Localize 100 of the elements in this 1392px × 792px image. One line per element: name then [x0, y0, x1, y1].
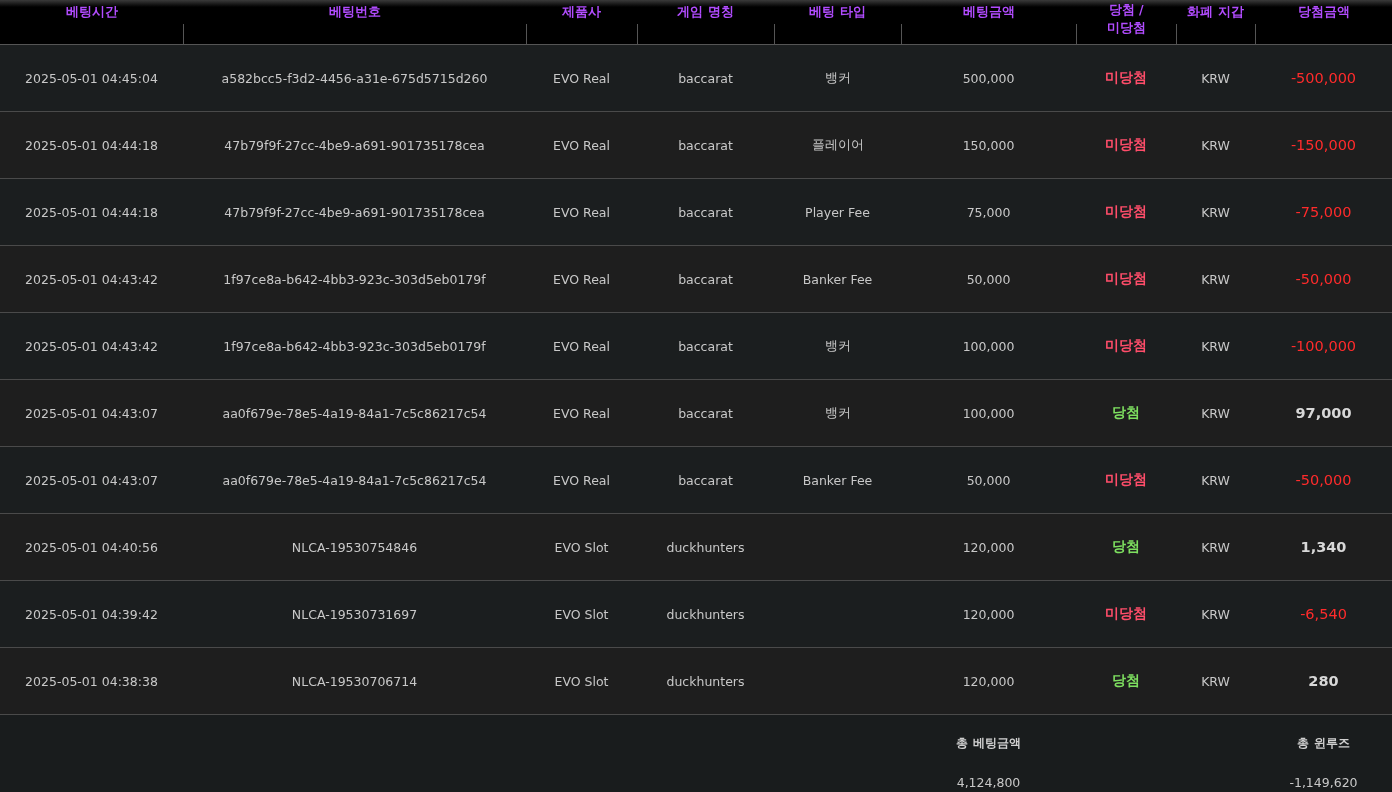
- bet-id-cell: 47b79f9f-27cc-4be9-a691-901735178cea: [224, 204, 485, 220]
- provider-cell: EVO Real: [553, 137, 610, 153]
- column-header: 베팅 타입: [809, 3, 866, 21]
- provider-cell: EVO Real: [553, 405, 610, 421]
- provider-cell: EVO Slot: [554, 539, 609, 555]
- bet-time-cell: 2025-05-01 04:40:56: [25, 539, 158, 555]
- bet-time-cell: 2025-05-01 04:43:07: [25, 472, 158, 488]
- bet-amount-cell: 150,000: [962, 137, 1015, 153]
- bet-id-cell: NLCA-19530706714: [291, 673, 418, 689]
- bet-id-cell: 1f97ce8a-b642-4bb3-923c-303d5eb0179f: [223, 338, 486, 354]
- bet-time-cell: 2025-05-01 04:38:38: [25, 673, 158, 689]
- win-loss-label: 총 윈루즈: [1297, 735, 1350, 752]
- payout-amount-cell: -100,000: [1290, 338, 1357, 354]
- result-cell: 미당첨: [1105, 203, 1147, 221]
- result-cell: 당첨: [1112, 672, 1140, 690]
- currency-cell: KRW: [1201, 405, 1230, 421]
- result-cell: 미당첨: [1105, 605, 1147, 623]
- game-name-cell: baccarat: [678, 204, 733, 220]
- bet-type-cell: 뱅커: [824, 69, 851, 87]
- game-name-cell: baccarat: [678, 338, 733, 354]
- bet-amount-cell: 50,000: [966, 271, 1011, 287]
- win-loss-value: -1,149,620: [1289, 775, 1358, 790]
- column-header: 제품사: [562, 3, 601, 21]
- payout-amount-cell: 1,340: [1300, 539, 1347, 555]
- currency-cell: KRW: [1201, 137, 1230, 153]
- bet-type-cell: Banker Fee: [802, 472, 873, 488]
- provider-cell: EVO Real: [553, 70, 610, 86]
- bet-id-cell: 47b79f9f-27cc-4be9-a691-901735178cea: [224, 137, 485, 153]
- bet-id-cell: aa0f679e-78e5-4a19-84a1-7c5c86217c54: [222, 472, 487, 488]
- currency-cell: KRW: [1201, 539, 1230, 555]
- bet-id-cell: 1f97ce8a-b642-4bb3-923c-303d5eb0179f: [223, 271, 486, 287]
- result-cell: 미당첨: [1105, 136, 1147, 154]
- provider-cell: EVO Real: [553, 271, 610, 287]
- bet-type-cell: Player Fee: [805, 204, 870, 220]
- payout-amount-cell: 280: [1308, 673, 1339, 689]
- column-header: 화폐 지갑: [1187, 3, 1244, 21]
- game-name-cell: duckhunters: [666, 673, 745, 689]
- game-name-cell: duckhunters: [666, 539, 745, 555]
- result-cell: 미당첨: [1105, 471, 1147, 489]
- game-name-cell: baccarat: [678, 70, 733, 86]
- bet-type-cell: 뱅커: [824, 337, 851, 355]
- bet-amount-cell: 100,000: [962, 405, 1015, 421]
- bet-amount-cell: 100,000: [962, 338, 1015, 354]
- result-cell: 미당첨: [1105, 69, 1147, 87]
- currency-cell: KRW: [1201, 271, 1230, 287]
- column-header: 당첨 / 미당첨: [1105, 1, 1147, 37]
- column-header: 게임 명칭: [677, 3, 734, 21]
- payout-amount-cell: -500,000: [1290, 70, 1357, 86]
- currency-cell: KRW: [1201, 204, 1230, 220]
- bet-time-cell: 2025-05-01 04:39:42: [25, 606, 158, 622]
- provider-cell: EVO Slot: [554, 606, 609, 622]
- game-name-cell: duckhunters: [666, 606, 745, 622]
- game-name-cell: baccarat: [678, 271, 733, 287]
- bet-type-cell: 뱅커: [824, 404, 851, 422]
- bet-id-cell: aa0f679e-78e5-4a19-84a1-7c5c86217c54: [222, 405, 487, 421]
- bet-amount-cell: 500,000: [962, 70, 1015, 86]
- total-bet-value: 4,124,800: [956, 775, 1021, 790]
- bet-id-cell: a582bcc5-f3d2-4456-a31e-675d5715d260: [221, 70, 488, 86]
- bet-amount-cell: 120,000: [962, 673, 1015, 689]
- bet-amount-cell: 120,000: [962, 539, 1015, 555]
- currency-cell: KRW: [1201, 472, 1230, 488]
- provider-cell: EVO Real: [553, 338, 610, 354]
- bet-id-cell: NLCA-19530754846: [291, 539, 418, 555]
- provider-cell: EVO Real: [553, 472, 610, 488]
- result-cell: 미당첨: [1105, 270, 1147, 288]
- bet-amount-cell: 50,000: [966, 472, 1011, 488]
- currency-cell: KRW: [1201, 673, 1230, 689]
- bet-time-cell: 2025-05-01 04:43:42: [25, 338, 158, 354]
- game-name-cell: baccarat: [678, 472, 733, 488]
- result-cell: 당첨: [1112, 404, 1140, 422]
- column-header: 베팅번호: [328, 3, 381, 21]
- provider-cell: EVO Real: [553, 204, 610, 220]
- currency-cell: KRW: [1201, 338, 1230, 354]
- total-bet-label: 총 베팅금액: [956, 735, 1021, 752]
- result-cell: 미당첨: [1105, 337, 1147, 355]
- currency-cell: KRW: [1201, 606, 1230, 622]
- payout-amount-cell: -75,000: [1295, 204, 1352, 220]
- column-header: 베팅시간: [65, 3, 118, 21]
- payout-amount-cell: -50,000: [1295, 271, 1352, 287]
- payout-amount-cell: -50,000: [1295, 472, 1352, 488]
- payout-amount-cell: 97,000: [1295, 405, 1352, 421]
- payout-amount-cell: -150,000: [1290, 137, 1357, 153]
- column-header: 당첨금액: [1297, 3, 1350, 21]
- provider-cell: EVO Slot: [554, 673, 609, 689]
- currency-cell: KRW: [1201, 70, 1230, 86]
- bet-time-cell: 2025-05-01 04:44:18: [25, 137, 158, 153]
- game-name-cell: baccarat: [678, 137, 733, 153]
- bet-amount-cell: 75,000: [966, 204, 1011, 220]
- bet-type-cell: Banker Fee: [802, 271, 873, 287]
- result-cell: 당첨: [1112, 538, 1140, 556]
- bet-time-cell: 2025-05-01 04:45:04: [25, 70, 158, 86]
- bet-time-cell: 2025-05-01 04:43:42: [25, 271, 158, 287]
- column-header: 베팅금액: [962, 3, 1015, 21]
- game-name-cell: baccarat: [678, 405, 733, 421]
- bet-amount-cell: 120,000: [962, 606, 1015, 622]
- bet-time-cell: 2025-05-01 04:44:18: [25, 204, 158, 220]
- bet-id-cell: NLCA-19530731697: [291, 606, 418, 622]
- bet-time-cell: 2025-05-01 04:43:07: [25, 405, 158, 421]
- payout-amount-cell: -6,540: [1300, 606, 1347, 622]
- bet-type-cell: 플레이어: [811, 136, 864, 154]
